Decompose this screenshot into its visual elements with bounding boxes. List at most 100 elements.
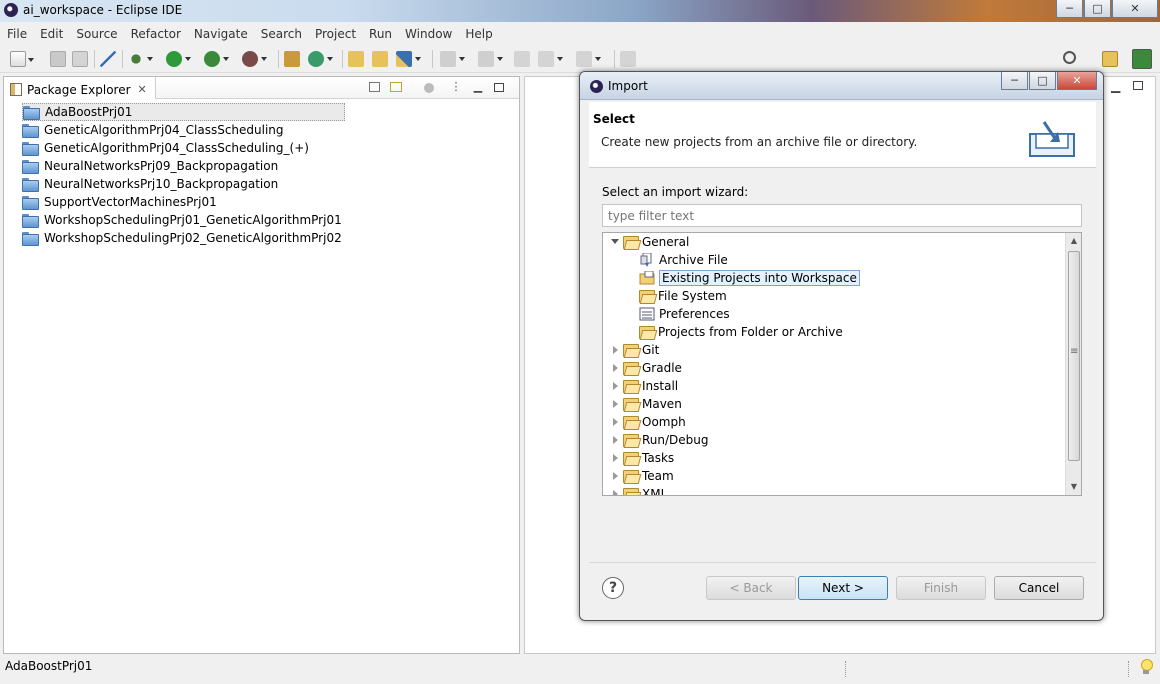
- coverage-icon[interactable]: [204, 51, 229, 67]
- run-icon[interactable]: [166, 51, 191, 67]
- new-java-package-icon[interactable]: [284, 51, 300, 67]
- save-icon[interactable]: [50, 51, 66, 67]
- tree-node-existing-projects[interactable]: Existing Projects into Workspace: [639, 269, 860, 287]
- expand-toggle-icon[interactable]: [611, 364, 619, 372]
- project-item[interactable]: NeuralNetworksPrj09_Backpropagation: [22, 157, 345, 175]
- java-perspective-icon[interactable]: [1132, 49, 1152, 69]
- help-icon[interactable]: ?: [602, 577, 624, 599]
- menu-run[interactable]: Run: [362, 23, 398, 45]
- status-divider: [845, 661, 847, 677]
- project-folder-icon: [22, 160, 39, 174]
- project-item[interactable]: AdaBoostPrj01: [22, 103, 345, 121]
- filters-icon[interactable]: [424, 83, 434, 93]
- window-titlebar: ai_workspace - Eclipse IDE ─ □ ✕: [0, 0, 1160, 22]
- package-explorer-icon: [10, 83, 22, 96]
- tree-scrollbar[interactable]: ▲ ▼: [1065, 233, 1081, 495]
- menu-window[interactable]: Window: [398, 23, 458, 45]
- tree-node-xml[interactable]: XML: [611, 485, 667, 495]
- dialog-maximize-button[interactable]: □: [1029, 72, 1056, 90]
- expand-toggle-icon[interactable]: [611, 418, 619, 426]
- tree-node-tasks[interactable]: Tasks: [611, 449, 674, 467]
- tip-bulb-icon[interactable]: [1140, 659, 1153, 675]
- open-folder-icon: [623, 434, 639, 447]
- search-icon[interactable]: [1063, 51, 1076, 64]
- tree-node-maven[interactable]: Maven: [611, 395, 682, 413]
- menu-help[interactable]: Help: [458, 23, 498, 45]
- project-item[interactable]: WorkshopSchedulingPrj01_GeneticAlgorithm…: [22, 211, 345, 229]
- expand-toggle-icon[interactable]: [611, 400, 619, 408]
- expand-toggle-icon[interactable]: [611, 490, 619, 495]
- scroll-down-icon[interactable]: ▼: [1066, 479, 1081, 495]
- minimize-editor-icon[interactable]: ▁: [1111, 79, 1120, 93]
- cancel-button[interactable]: Cancel: [994, 576, 1084, 600]
- close-tab-icon[interactable]: ✕: [138, 83, 147, 96]
- filter-input[interactable]: [602, 204, 1082, 227]
- project-item[interactable]: GeneticAlgorithmPrj04_ClassScheduling: [22, 121, 345, 139]
- expand-toggle-icon[interactable]: [611, 382, 619, 390]
- debug-icon[interactable]: [128, 51, 153, 67]
- menu-project[interactable]: Project: [308, 23, 362, 45]
- tree-node-install[interactable]: Install: [611, 377, 678, 395]
- tree-node-gradle[interactable]: Gradle: [611, 359, 682, 377]
- open-perspective-icon[interactable]: [1102, 51, 1118, 67]
- open-task-icon[interactable]: [372, 51, 388, 67]
- maximize-button[interactable]: □: [1084, 0, 1111, 18]
- menu-navigate[interactable]: Navigate: [187, 23, 254, 45]
- next-button[interactable]: Next >: [798, 576, 888, 600]
- forward-icon[interactable]: [576, 51, 601, 67]
- open-folder-icon: [623, 488, 639, 495]
- tree-node-preferences[interactable]: Preferences: [639, 305, 730, 323]
- tree-node-archive-file[interactable]: Archive File: [639, 251, 728, 269]
- previous-annotation-icon[interactable]: [478, 51, 503, 67]
- project-item[interactable]: WorkshopSchedulingPrj02_GeneticAlgorithm…: [22, 229, 345, 247]
- tree-node-team[interactable]: Team: [611, 467, 674, 485]
- external-tools-icon[interactable]: [242, 51, 267, 67]
- tree-node-run-debug[interactable]: Run/Debug: [611, 431, 709, 449]
- tab-package-explorer[interactable]: Package Explorer ✕: [4, 77, 156, 99]
- next-annotation-icon[interactable]: [440, 51, 465, 67]
- tree-node-projects-from-folder[interactable]: Projects from Folder or Archive: [639, 323, 843, 341]
- close-button[interactable]: ✕: [1112, 0, 1158, 18]
- search-dropdown-icon[interactable]: [396, 51, 421, 67]
- minimize-view-icon[interactable]: ▁: [472, 81, 484, 93]
- expand-toggle-icon[interactable]: [611, 238, 619, 246]
- scroll-thumb[interactable]: [1068, 251, 1080, 461]
- tab-label: Package Explorer: [27, 82, 131, 97]
- save-all-icon[interactable]: [72, 51, 88, 67]
- dialog-close-button[interactable]: ✕: [1057, 72, 1097, 90]
- collapse-all-icon[interactable]: [369, 82, 380, 92]
- open-type-icon[interactable]: [348, 51, 364, 67]
- open-folder-icon: [623, 470, 639, 483]
- menu-refactor[interactable]: Refactor: [124, 23, 187, 45]
- back-button[interactable]: < Back: [706, 576, 796, 600]
- project-item[interactable]: NeuralNetworksPrj10_Backpropagation: [22, 175, 345, 193]
- project-item[interactable]: GeneticAlgorithmPrj04_ClassScheduling_(+…: [22, 139, 345, 157]
- pin-editor-icon[interactable]: [620, 51, 636, 67]
- scroll-up-icon[interactable]: ▲: [1066, 233, 1081, 249]
- menu-file[interactable]: File: [0, 23, 33, 45]
- back-icon[interactable]: [538, 51, 563, 67]
- maximize-editor-icon[interactable]: [1133, 81, 1143, 90]
- tree-node-general[interactable]: General: [611, 233, 689, 251]
- tree-node-git[interactable]: Git: [611, 341, 659, 359]
- expand-toggle-icon[interactable]: [611, 454, 619, 462]
- project-item[interactable]: SupportVectorMachinesPrj01: [22, 193, 345, 211]
- last-edit-icon[interactable]: [514, 51, 530, 67]
- view-menu-icon[interactable]: ⋮: [450, 81, 462, 93]
- dialog-minimize-button[interactable]: ─: [1001, 72, 1028, 90]
- link-with-editor-icon[interactable]: [390, 82, 402, 92]
- menu-edit[interactable]: Edit: [33, 23, 69, 45]
- expand-toggle-icon[interactable]: [611, 346, 619, 354]
- new-icon[interactable]: [10, 51, 34, 67]
- maximize-view-icon[interactable]: [494, 83, 504, 92]
- expand-toggle-icon[interactable]: [611, 472, 619, 480]
- menu-search[interactable]: Search: [254, 23, 308, 45]
- expand-toggle-icon[interactable]: [611, 436, 619, 444]
- skip-breakpoints-icon[interactable]: [100, 51, 116, 67]
- finish-button[interactable]: Finish: [896, 576, 986, 600]
- new-class-icon[interactable]: [308, 51, 333, 67]
- minimize-button[interactable]: ─: [1056, 0, 1083, 18]
- tree-node-file-system[interactable]: File System: [639, 287, 727, 305]
- menu-source[interactable]: Source: [69, 23, 123, 45]
- tree-node-oomph[interactable]: Oomph: [611, 413, 686, 431]
